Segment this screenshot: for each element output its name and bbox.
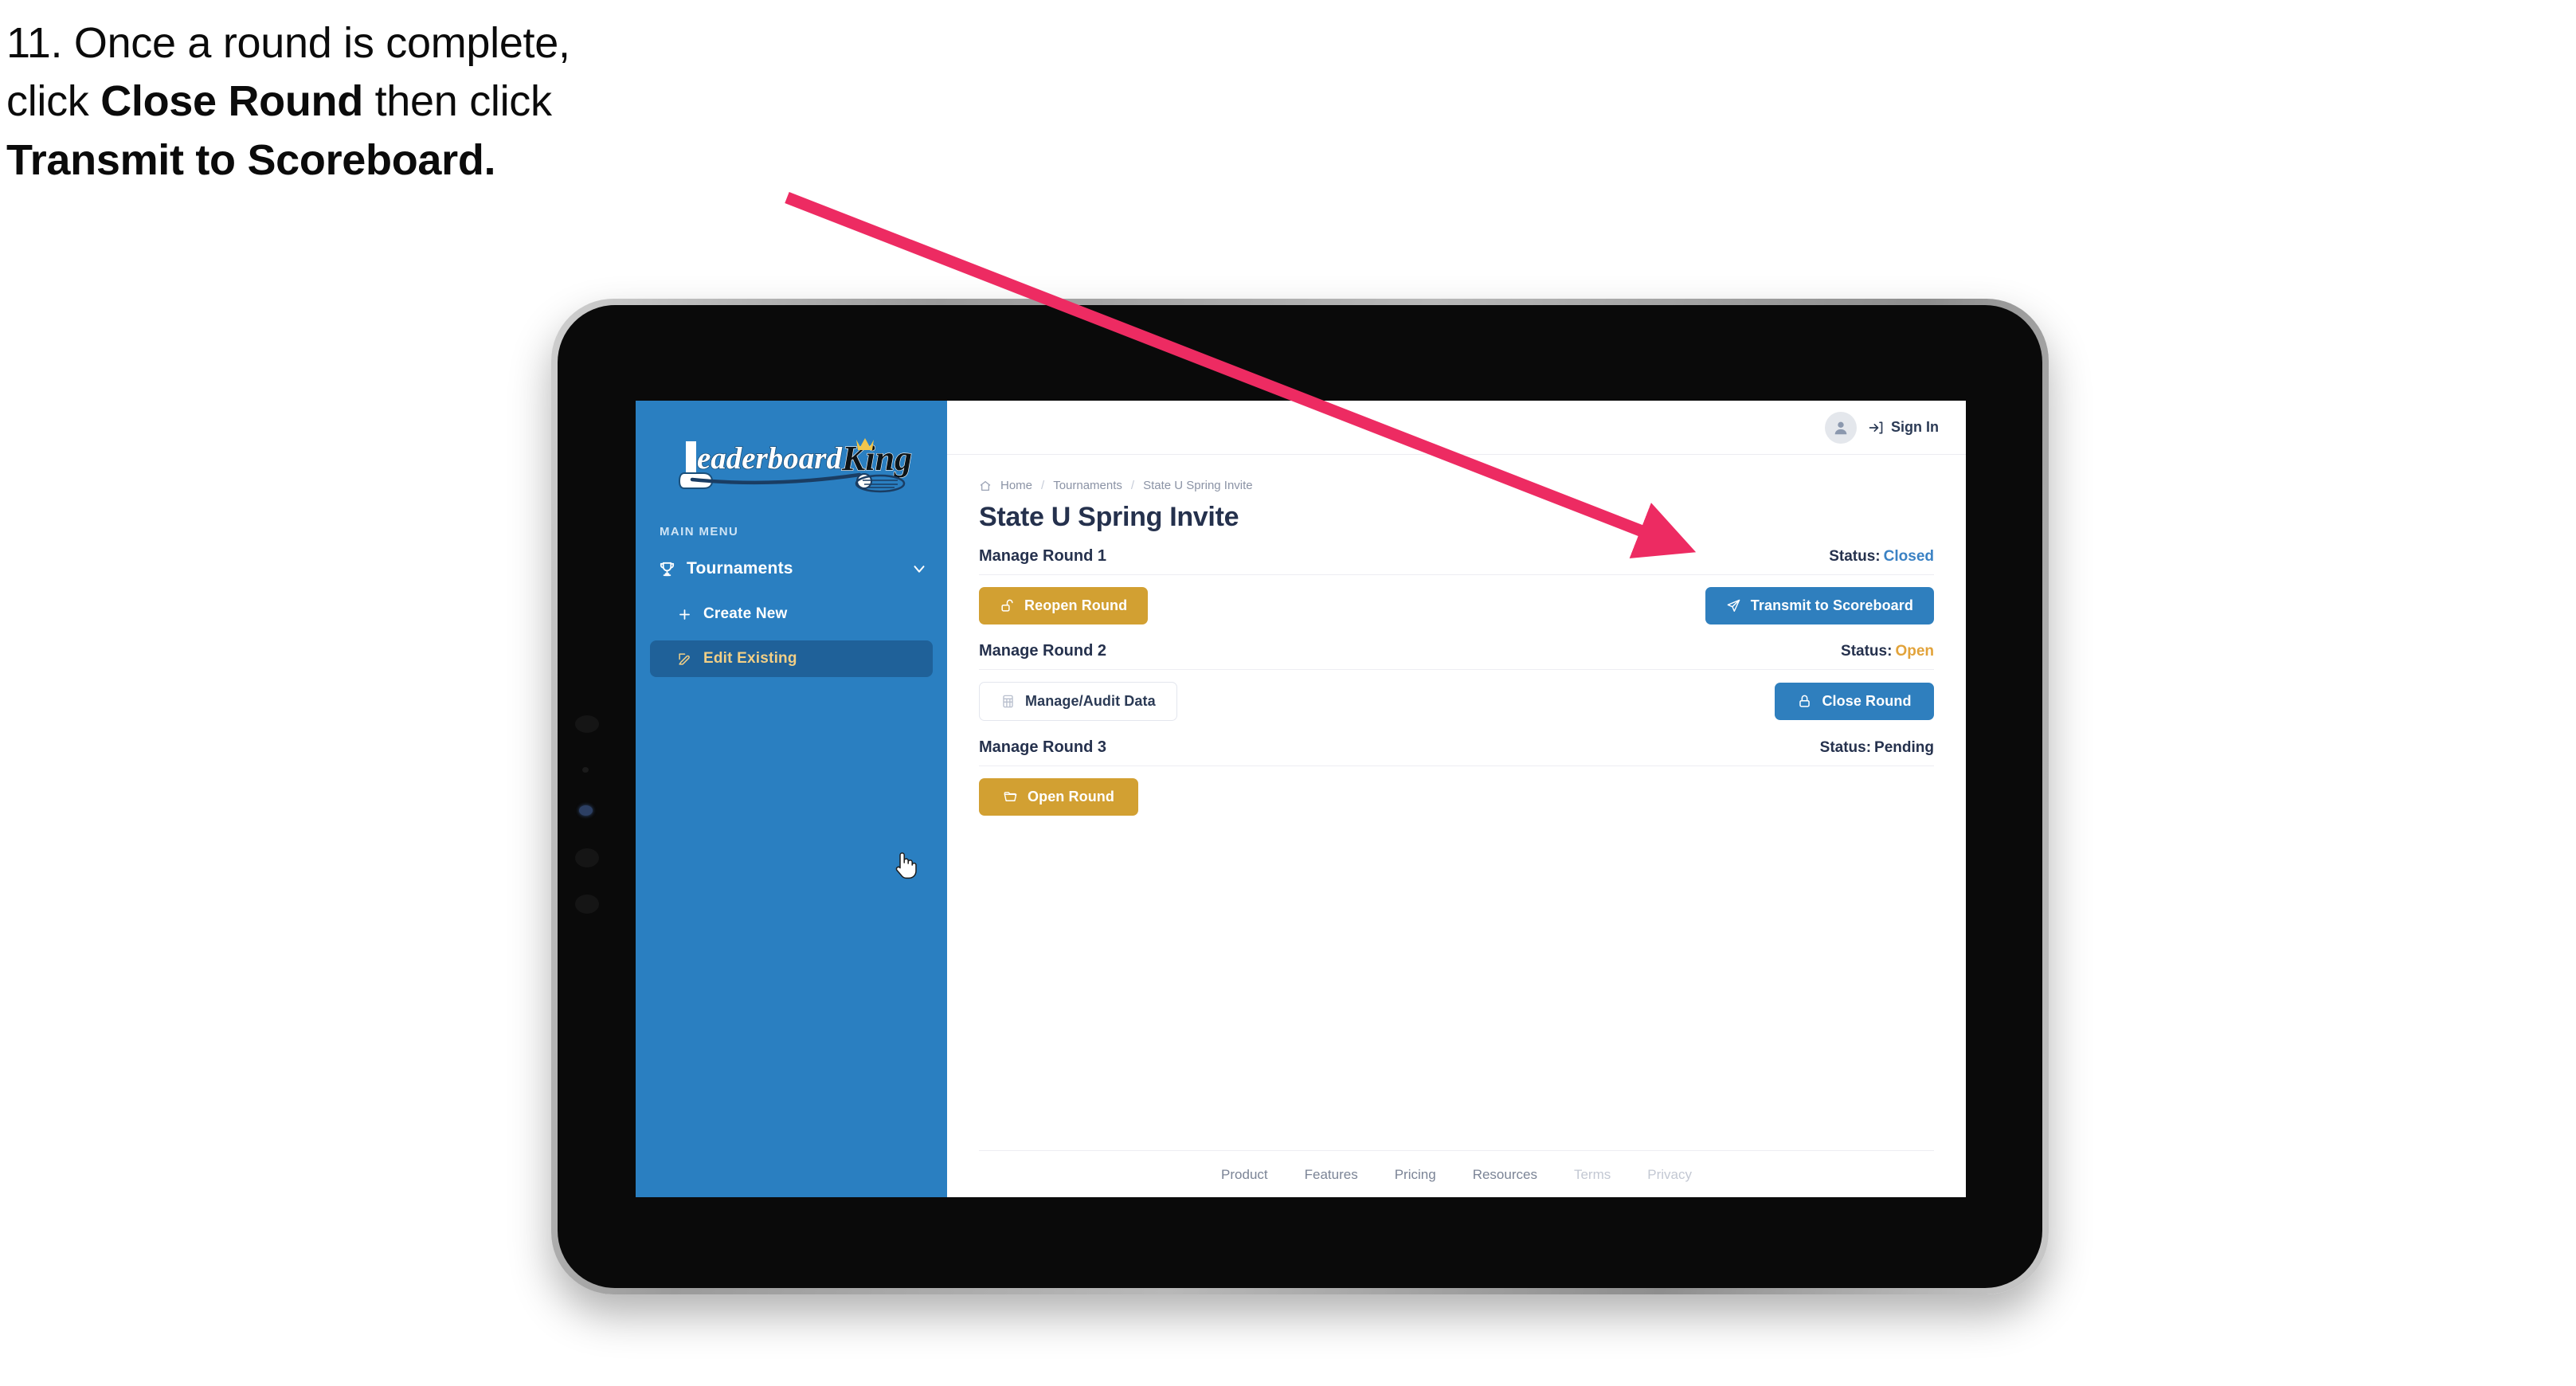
round-title: Manage Round 3 xyxy=(979,738,1107,756)
round-actions: Reopen Round Transmit to Scoreboard xyxy=(979,575,1934,624)
breadcrumb: Home / Tournaments / State U Spring Invi… xyxy=(979,479,1934,492)
button-label: Transmit to Scoreboard xyxy=(1750,597,1913,613)
sign-in-label: Sign In xyxy=(1891,419,1939,435)
caption-line-3: Transmit to Scoreboard. xyxy=(6,131,851,190)
tablet-bezel: eaderboard King MAIN MENU Tournaments Cr… xyxy=(558,305,2042,1288)
sidebar-item-create-new[interactable]: Create New xyxy=(650,596,933,632)
sidebar-item-label: Create New xyxy=(703,605,788,622)
speaker-dot-icon xyxy=(575,715,599,733)
status-value: Pending xyxy=(1874,739,1934,756)
breadcrumb-separator: / xyxy=(1041,479,1045,492)
button-label: Manage/Audit Data xyxy=(1025,693,1156,709)
sensor-dot-icon xyxy=(575,895,599,914)
sidebar-item-label: Tournaments xyxy=(687,559,793,578)
round-title: Manage Round 2 xyxy=(979,642,1107,660)
instruction-caption: 11. Once a round is complete, click Clos… xyxy=(6,14,851,190)
round-actions: Manage/Audit Data Close Round xyxy=(979,670,1934,721)
footer-nav: Product Features Pricing Resources Terms… xyxy=(979,1150,1934,1197)
footer-link-resources[interactable]: Resources xyxy=(1473,1167,1537,1183)
microphone-dot-icon xyxy=(582,767,589,773)
leaderboardking-logo-icon: eaderboard King xyxy=(678,438,912,493)
top-bar: Sign In xyxy=(947,401,1966,455)
plus-icon xyxy=(677,607,692,622)
caption-line2-bold: Close Round xyxy=(100,77,363,126)
round-header: Manage Round 1 Status: Closed xyxy=(979,547,1934,575)
table-icon xyxy=(1000,694,1016,709)
status-label: Status: xyxy=(1819,739,1872,756)
tablet-device: eaderboard King MAIN MENU Tournaments Cr… xyxy=(551,299,2049,1294)
chevron-down-icon[interactable] xyxy=(910,560,928,578)
button-label: Open Round xyxy=(1028,789,1114,805)
sidebar-item-tournaments[interactable]: Tournaments xyxy=(636,550,947,588)
user-avatar-icon xyxy=(1834,421,1847,434)
app-logo[interactable]: eaderboard King xyxy=(636,421,947,504)
sidebar-item-edit-existing[interactable]: Edit Existing xyxy=(650,640,933,677)
round-block-3: Manage Round 3 Status: Pending Open Roun… xyxy=(979,738,1934,816)
round-block-1: Manage Round 1 Status: Closed Reopen Rou… xyxy=(979,547,1934,624)
page-body: Home / Tournaments / State U Spring Invi… xyxy=(947,455,1966,1150)
transmit-to-scoreboard-button[interactable]: Transmit to Scoreboard xyxy=(1705,587,1934,624)
send-icon xyxy=(1726,598,1741,613)
home-icon xyxy=(979,480,992,492)
sign-in-button[interactable]: Sign In xyxy=(1868,419,1939,436)
status-badge: Status: Open xyxy=(1841,643,1934,660)
caption-line2-prefix: click xyxy=(6,77,101,126)
mouse-hand-cursor xyxy=(891,848,918,880)
status-badge: Status: Closed xyxy=(1829,548,1934,566)
unlock-icon xyxy=(1000,598,1015,613)
breadcrumb-item-home[interactable]: Home xyxy=(1000,479,1032,492)
avatar[interactable] xyxy=(1825,411,1857,444)
breadcrumb-item-current: State U Spring Invite xyxy=(1143,479,1253,492)
svg-text:King: King xyxy=(841,439,912,478)
pencil-square-icon xyxy=(677,652,692,667)
login-icon xyxy=(1868,420,1884,436)
sidebar: eaderboard King MAIN MENU Tournaments Cr… xyxy=(636,401,947,1197)
round-block-2: Manage Round 2 Status: Open Manage/Audit… xyxy=(979,642,1934,721)
round-header: Manage Round 2 Status: Open xyxy=(979,642,1934,670)
footer-link-pricing[interactable]: Pricing xyxy=(1395,1167,1436,1183)
sidebar-item-label: Edit Existing xyxy=(703,650,797,667)
screenshot-stage: 11. Once a round is complete, click Clos… xyxy=(0,0,2576,1386)
button-label: Close Round xyxy=(1822,693,1912,709)
sensor-dot-icon xyxy=(575,848,599,867)
reopen-round-button[interactable]: Reopen Round xyxy=(979,587,1149,624)
footer-link-product[interactable]: Product xyxy=(1221,1167,1268,1183)
main-content: Sign In Home / Tournaments / State U Spr… xyxy=(947,401,1966,1197)
caption-line3-bold: Transmit to Scoreboard. xyxy=(6,135,496,184)
app-viewport: eaderboard King MAIN MENU Tournaments Cr… xyxy=(636,401,1966,1197)
round-title: Manage Round 1 xyxy=(979,547,1107,565)
footer-link-privacy[interactable]: Privacy xyxy=(1647,1167,1692,1183)
open-round-button[interactable]: Open Round xyxy=(979,778,1138,816)
caption-line-2: click Close Round then click xyxy=(6,72,851,131)
status-value: Closed xyxy=(1883,548,1934,565)
caption-line2-suffix: then click xyxy=(362,77,552,126)
folder-open-icon xyxy=(1003,789,1018,805)
manage-audit-data-button[interactable]: Manage/Audit Data xyxy=(979,682,1177,721)
status-badge: Status: Pending xyxy=(1820,739,1934,757)
lock-icon xyxy=(1797,694,1812,709)
status-value: Open xyxy=(1895,643,1934,660)
status-label: Status: xyxy=(1841,643,1893,660)
round-header: Manage Round 3 Status: Pending xyxy=(979,738,1934,766)
caption-line-1: 11. Once a round is complete, xyxy=(6,19,570,67)
close-round-button[interactable]: Close Round xyxy=(1775,683,1934,720)
sidebar-section-label: MAIN MENU xyxy=(660,525,739,538)
status-label: Status: xyxy=(1829,548,1881,565)
breadcrumb-separator: / xyxy=(1130,479,1135,492)
button-label: Reopen Round xyxy=(1024,597,1128,613)
breadcrumb-item-tournaments[interactable]: Tournaments xyxy=(1053,479,1122,492)
trophy-icon xyxy=(658,560,676,578)
page-title: State U Spring Invite xyxy=(979,502,1239,532)
camera-lens-icon xyxy=(579,805,593,816)
footer-link-terms[interactable]: Terms xyxy=(1574,1167,1611,1183)
svg-text:eaderboard: eaderboard xyxy=(697,441,842,476)
round-actions: Open Round xyxy=(979,766,1934,816)
footer-link-features[interactable]: Features xyxy=(1305,1167,1358,1183)
